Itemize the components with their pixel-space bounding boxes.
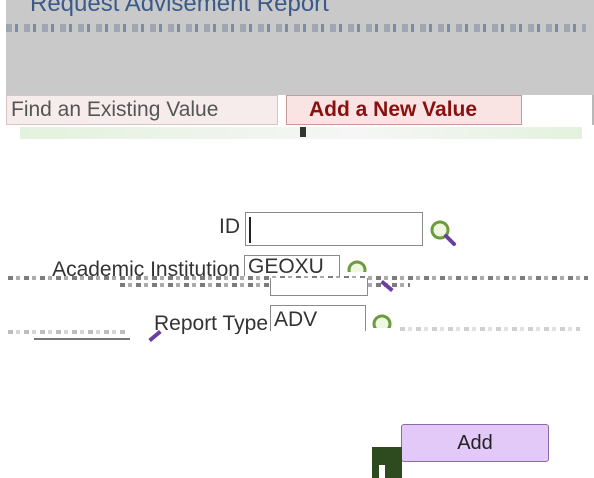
- report-type-field[interactable]: ADV: [270, 305, 366, 331]
- render-artifact: [8, 330, 128, 334]
- add-button[interactable]: Add: [401, 424, 549, 462]
- header-artifact: [6, 24, 586, 32]
- report-type-value: ADV: [274, 308, 318, 331]
- render-artifact: [34, 338, 130, 340]
- institution-lookup-icon[interactable]: [345, 258, 375, 272]
- institution-value: GEOXU: [248, 255, 324, 277]
- page-title: Request Advisement Report: [30, 0, 329, 17]
- text-caret: [249, 217, 251, 243]
- report-type-label: Report Type: [153, 312, 268, 334]
- tab-add-new-value[interactable]: Add a New Value: [286, 95, 522, 125]
- tab-marker: [300, 127, 306, 137]
- id-lookup-icon[interactable]: [428, 218, 458, 248]
- report-type-lookup-icon[interactable]: [370, 312, 400, 328]
- institution-label: Academic Institution: [52, 258, 240, 276]
- tab-find-existing-value[interactable]: Find an Existing Value: [6, 95, 278, 125]
- institution-field-shadow: [270, 278, 368, 296]
- render-artifact-block: [372, 447, 402, 478]
- render-artifact: [400, 327, 580, 331]
- id-label: ID: [219, 215, 240, 238]
- institution-field[interactable]: GEOXU: [244, 255, 340, 277]
- id-field[interactable]: [245, 212, 423, 246]
